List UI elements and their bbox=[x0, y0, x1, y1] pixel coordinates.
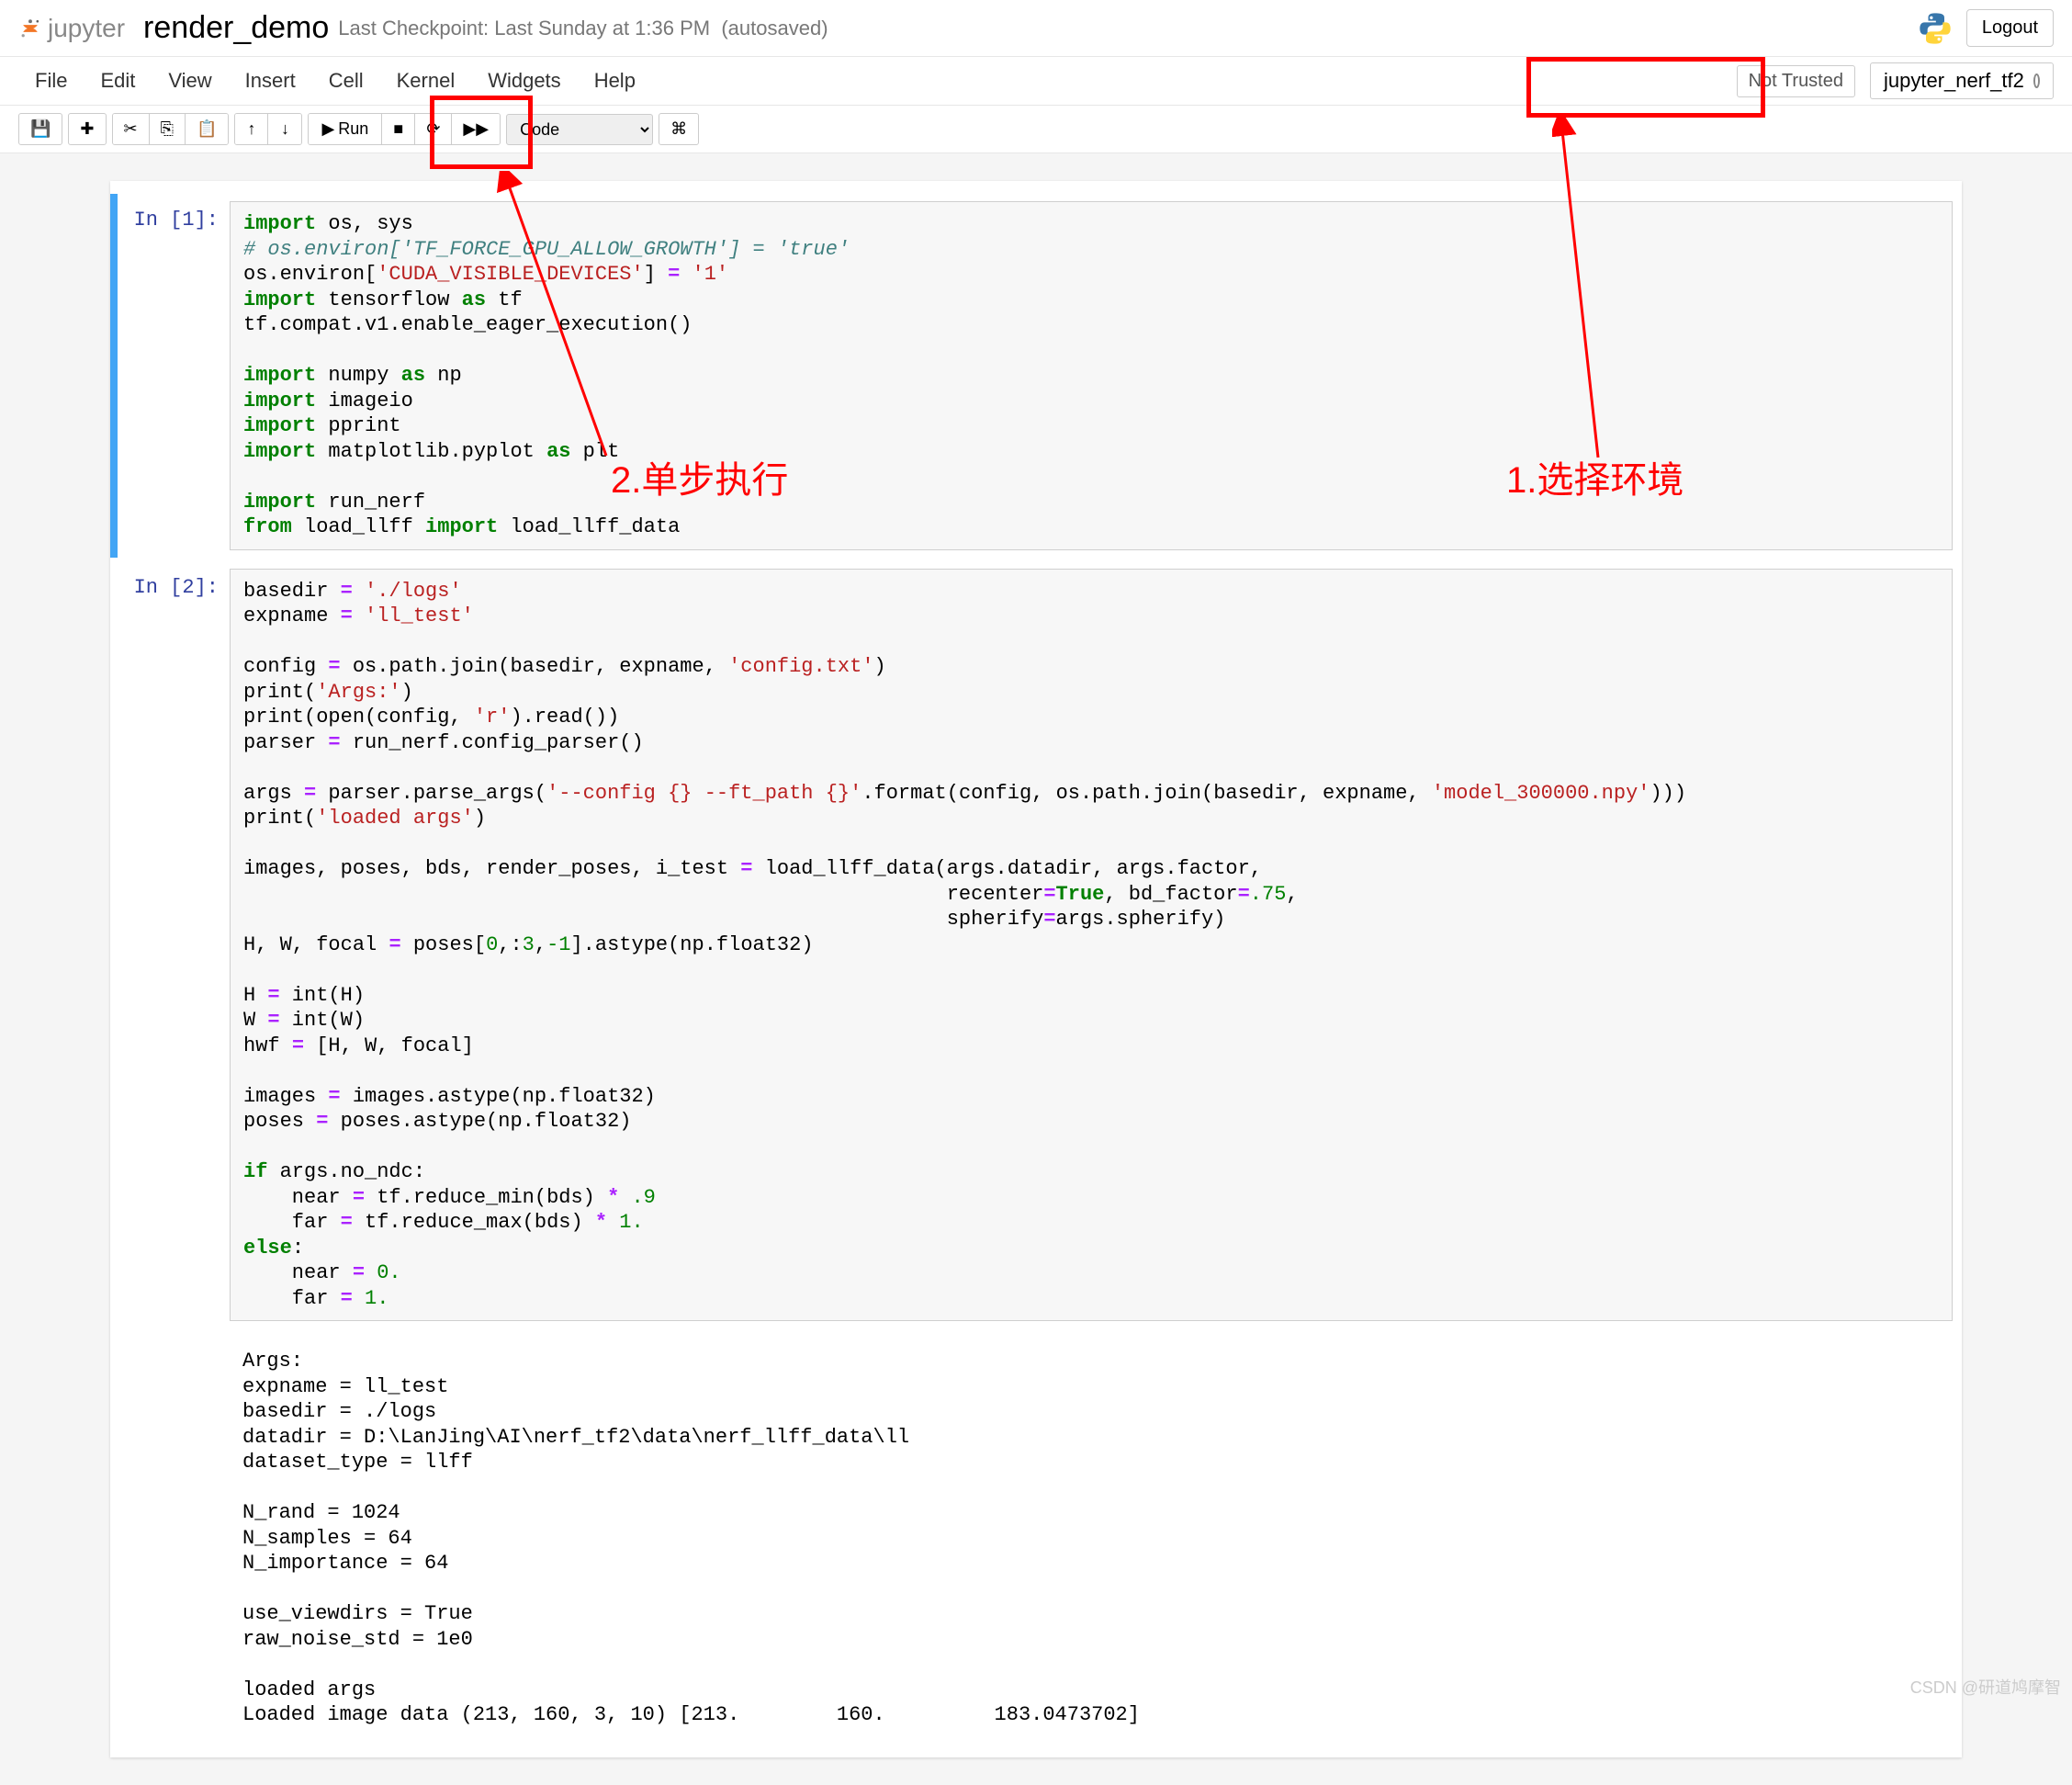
jupyter-brand-text: jupyter bbox=[48, 14, 125, 43]
save-button[interactable]: 💾 bbox=[18, 113, 62, 145]
run-label: Run bbox=[338, 119, 368, 139]
menu-insert[interactable]: Insert bbox=[229, 63, 312, 98]
jupyter-logo: jupyter bbox=[18, 14, 125, 43]
restart-button[interactable]: ⟳ bbox=[415, 114, 452, 144]
code-cell-1[interactable]: In [1]: import os, sys # os.environ['TF_… bbox=[110, 194, 1962, 558]
watermark: CSDN @研道鸠摩智 bbox=[1910, 1675, 2061, 1699]
trust-indicator[interactable]: Not Trusted bbox=[1737, 65, 1855, 97]
python-icon bbox=[1917, 10, 1954, 47]
notebook-name[interactable]: render_demo bbox=[143, 10, 329, 46]
command-palette-button[interactable]: ⌘ bbox=[659, 113, 699, 145]
menubar: File Edit View Insert Cell Kernel Widget… bbox=[0, 57, 2072, 106]
in-prompt: In [2]: bbox=[119, 569, 230, 1322]
code-input[interactable]: import os, sys # os.environ['TF_FORCE_GP… bbox=[230, 201, 1953, 550]
kernel-selector[interactable]: jupyter_nerf_tf2 bbox=[1870, 62, 2054, 99]
toolbar: 💾 ✚ ✂ ⎘ 📋 ↑ ↓ ▶ Run ■ ⟳ ▶▶ Code ⌘ bbox=[0, 106, 2072, 153]
code-cell-2[interactable]: In [2]: basedir = './logs' expname = 'll… bbox=[110, 561, 1962, 1329]
copy-button[interactable]: ⎘ bbox=[150, 114, 186, 144]
code-input[interactable]: basedir = './logs' expname = 'll_test' c… bbox=[230, 569, 1953, 1322]
notebook-container: In [1]: import os, sys # os.environ['TF_… bbox=[0, 153, 2072, 1785]
cell-type-select[interactable]: Code bbox=[506, 114, 653, 145]
menu-edit[interactable]: Edit bbox=[84, 63, 152, 98]
menu-help[interactable]: Help bbox=[578, 63, 652, 98]
menu-cell[interactable]: Cell bbox=[312, 63, 380, 98]
run-button[interactable]: ▶ Run bbox=[309, 114, 382, 144]
menu-kernel[interactable]: Kernel bbox=[380, 63, 472, 98]
kernel-name: jupyter_nerf_tf2 bbox=[1884, 69, 2024, 93]
menu-file[interactable]: File bbox=[18, 63, 84, 98]
in-prompt: In [1]: bbox=[119, 201, 230, 550]
jupyter-icon bbox=[18, 17, 42, 40]
logout-button[interactable]: Logout bbox=[1966, 9, 2054, 47]
move-down-button[interactable]: ↓ bbox=[268, 114, 301, 144]
add-cell-button[interactable]: ✚ bbox=[68, 113, 106, 145]
notebook: In [1]: import os, sys # os.environ['TF_… bbox=[110, 181, 1962, 1757]
menu-view[interactable]: View bbox=[152, 63, 228, 98]
stop-button[interactable]: ■ bbox=[382, 114, 415, 144]
output-cell-2: . Args: expname = ll_test basedir = ./lo… bbox=[110, 1332, 1962, 1745]
checkpoint-text: Last Checkpoint: Last Sunday at 1:36 PM … bbox=[338, 17, 828, 40]
kernel-status-icon bbox=[2033, 73, 2040, 88]
paste-button[interactable]: 📋 bbox=[186, 114, 228, 144]
header: jupyter render_demo Last Checkpoint: Las… bbox=[0, 0, 2072, 57]
cut-button[interactable]: ✂ bbox=[113, 114, 150, 144]
output-text: Args: expname = ll_test basedir = ./logs… bbox=[230, 1339, 1953, 1737]
out-prompt: . bbox=[119, 1339, 230, 1737]
menu-widgets[interactable]: Widgets bbox=[471, 63, 577, 98]
restart-run-all-button[interactable]: ▶▶ bbox=[452, 114, 500, 144]
move-up-button[interactable]: ↑ bbox=[235, 114, 268, 144]
play-icon: ▶ bbox=[321, 119, 334, 139]
